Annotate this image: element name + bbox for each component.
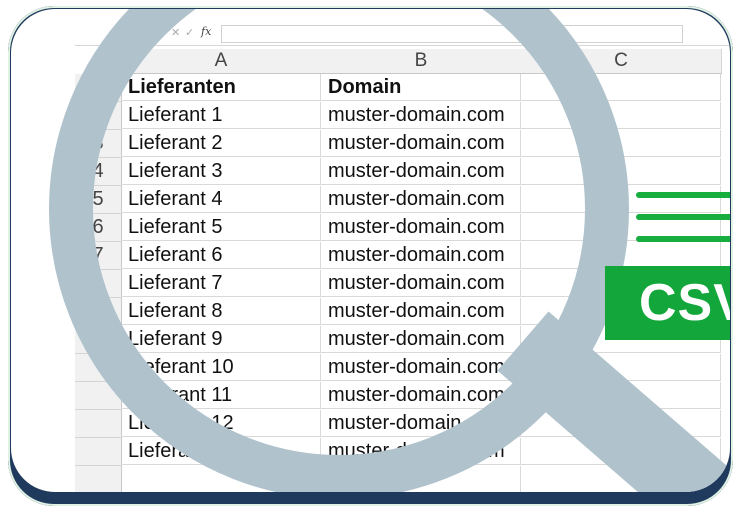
image-canvas: ⌄ ⁝ ✕ ✓ fx A B C Lieferanten Domain 2 Lieferan… (11, 9, 730, 492)
magnifier-q-icon (49, 9, 730, 492)
csv-badge: CSV (605, 266, 730, 340)
magnifier-handle (497, 311, 730, 492)
image-frame: ⌄ ⁝ ✕ ✓ fx A B C Lieferanten Domain 2 Lieferan… (8, 6, 733, 506)
document-lines-icon (636, 192, 730, 258)
magnifier-ring (49, 9, 629, 492)
